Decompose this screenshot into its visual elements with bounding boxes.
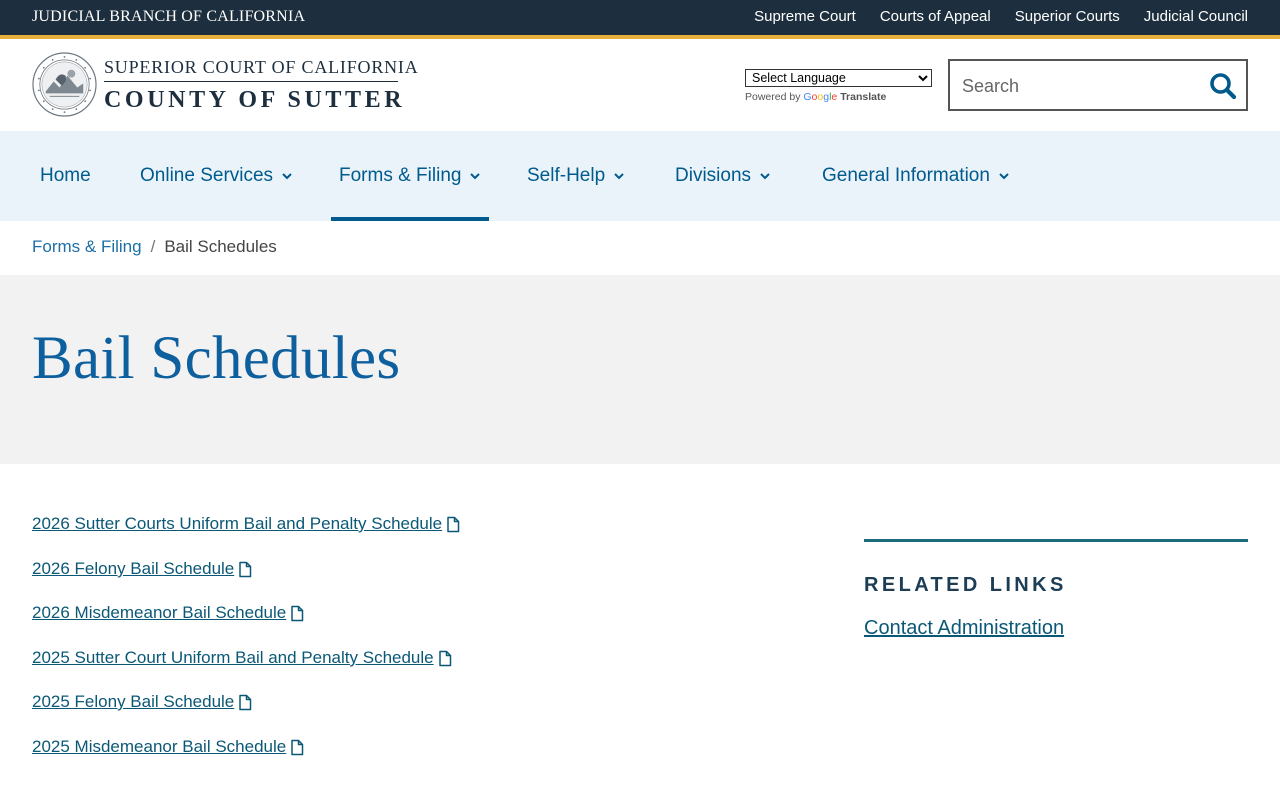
- doc-link-2025-felony[interactable]: 2025 Felony Bail Schedule: [32, 692, 252, 712]
- nav-general-information-label: General Information: [822, 165, 990, 186]
- search-icon[interactable]: [1208, 71, 1238, 101]
- nav-home[interactable]: Home: [40, 131, 91, 221]
- main-navigation: Home Online Services Forms & Filing Self…: [0, 131, 1280, 221]
- translate-link[interactable]: Translate: [840, 91, 886, 103]
- nav-home-label: Home: [40, 165, 91, 186]
- court-seal-logo[interactable]: [32, 52, 97, 117]
- nav-online-services[interactable]: Online Services: [140, 131, 293, 221]
- page-hero: Bail Schedules: [0, 275, 1280, 464]
- chevron-down-icon: [282, 173, 292, 180]
- doc-link-label: 2025 Felony Bail Schedule: [32, 692, 235, 711]
- doc-link-label: 2025 Misdemeanor Bail Schedule: [32, 737, 287, 756]
- powered-by-google-translate: Powered by Google Translate: [745, 91, 932, 103]
- chevron-down-icon: [999, 173, 1009, 180]
- toplink-judicial-council[interactable]: Judicial Council: [1144, 8, 1248, 25]
- chevron-down-icon: [470, 173, 481, 180]
- court-name-divider: [104, 81, 398, 82]
- powered-by-text: Powered by: [745, 91, 801, 103]
- doc-link-2026-uniform[interactable]: 2026 Sutter Courts Uniform Bail and Pena…: [32, 514, 460, 534]
- chevron-down-icon: [614, 173, 624, 180]
- breadcrumb: Forms & Filing / Bail Schedules: [32, 237, 277, 257]
- doc-link-label: 2026 Sutter Courts Uniform Bail and Pena…: [32, 514, 443, 533]
- nav-self-help-label: Self-Help: [527, 165, 606, 186]
- language-select[interactable]: Select Language: [745, 69, 932, 87]
- top-utility-bar: JUDICIAL BRANCH OF CALIFORNIA Supreme Co…: [0, 0, 1280, 35]
- search-input[interactable]: [962, 73, 1202, 99]
- related-link-contact-administration[interactable]: Contact Administration: [864, 617, 1064, 640]
- nav-forms-filing[interactable]: Forms & Filing: [330, 131, 490, 221]
- related-links-heading: RELATED LINKS: [864, 574, 1067, 596]
- file-icon: [291, 739, 304, 755]
- file-icon: [239, 694, 252, 710]
- doc-link-2025-misdemeanor[interactable]: 2025 Misdemeanor Bail Schedule: [32, 737, 304, 757]
- doc-link-label: 2026 Misdemeanor Bail Schedule: [32, 603, 287, 622]
- breadcrumb-forms-filing[interactable]: Forms & Filing: [32, 237, 142, 257]
- toplink-supreme-court[interactable]: Supreme Court: [754, 8, 856, 25]
- google-wordmark: Google: [803, 91, 838, 103]
- nav-online-services-label: Online Services: [140, 165, 274, 186]
- toplink-superior-courts[interactable]: Superior Courts: [1015, 8, 1120, 25]
- breadcrumb-current: Bail Schedules: [164, 237, 277, 256]
- judicial-branch-link[interactable]: JUDICIAL BRANCH OF CALIFORNIA: [32, 8, 305, 26]
- nav-divisions[interactable]: Divisions: [675, 131, 771, 221]
- doc-link-2026-felony[interactable]: 2026 Felony Bail Schedule: [32, 559, 252, 579]
- search-box: [948, 59, 1248, 111]
- chevron-down-icon: [760, 173, 770, 180]
- doc-link-2026-misdemeanor[interactable]: 2026 Misdemeanor Bail Schedule: [32, 603, 304, 623]
- doc-link-label: 2025 Sutter Court Uniform Bail and Penal…: [32, 648, 434, 667]
- court-name-line1: SUPERIOR COURT OF CALIFORNIA: [104, 57, 419, 77]
- file-icon: [438, 650, 451, 666]
- nav-divisions-label: Divisions: [675, 165, 752, 186]
- top-links: Supreme Court Courts of Appeal Superior …: [754, 8, 1248, 25]
- breadcrumb-separator: /: [150, 237, 156, 256]
- page-title: Bail Schedules: [32, 325, 401, 392]
- doc-link-2025-uniform[interactable]: 2025 Sutter Court Uniform Bail and Penal…: [32, 648, 452, 668]
- site-header: SUPERIOR COURT OF CALIFORNIA COUNTY OF S…: [0, 39, 1280, 131]
- nav-forms-filing-label: Forms & Filing: [339, 165, 462, 186]
- google-translate-widget: Select Language Powered by Google Transl…: [745, 69, 932, 103]
- toplink-courts-of-appeal[interactable]: Courts of Appeal: [880, 8, 991, 25]
- doc-link-label: 2026 Felony Bail Schedule: [32, 559, 235, 578]
- court-name-line2: COUNTY OF SUTTER: [104, 87, 406, 113]
- nav-self-help[interactable]: Self-Help: [527, 131, 625, 221]
- file-icon: [239, 561, 252, 577]
- nav-general-information[interactable]: General Information: [822, 131, 1010, 221]
- file-icon: [291, 605, 304, 621]
- related-links-panel: RELATED LINKS Contact Administration: [864, 539, 1248, 640]
- related-links-divider: [864, 539, 1248, 542]
- file-icon: [447, 516, 460, 532]
